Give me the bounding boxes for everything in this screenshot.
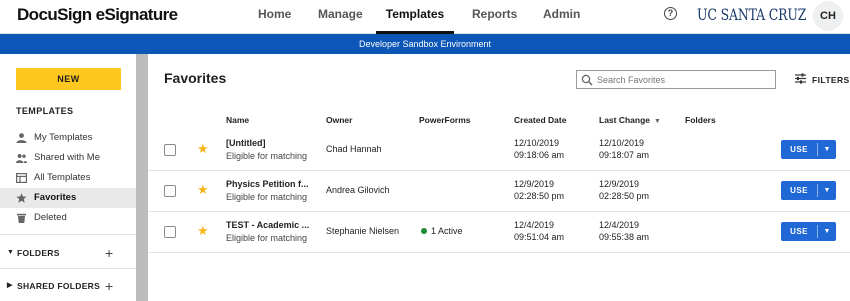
triangle-right-icon: ▶ bbox=[7, 282, 13, 289]
add-folder-icon[interactable]: + bbox=[105, 243, 113, 263]
created-time: 09:18:06 am bbox=[514, 150, 565, 160]
template-status: Eligible for matching bbox=[226, 151, 308, 161]
last-change-date: 12/10/2019 bbox=[599, 138, 645, 148]
last-change-time: 02:28:50 pm bbox=[599, 191, 650, 201]
powerforms-status[interactable]: 1 Active bbox=[421, 226, 463, 236]
template-status: Eligible for matching bbox=[226, 192, 308, 202]
caret-down-icon[interactable]: ▼ bbox=[818, 140, 836, 159]
trash-icon bbox=[17, 213, 26, 223]
table-row[interactable]: ★ [Untitled] Eligible for matching Chad … bbox=[148, 130, 850, 171]
last-change-date: 12/4/2019 bbox=[599, 220, 640, 230]
org-logo: UC SANTA CRUZ bbox=[697, 5, 807, 24]
template-status: Eligible for matching bbox=[226, 233, 308, 243]
template-name[interactable]: [Untitled] bbox=[226, 138, 266, 148]
triangle-down-icon: ▼ bbox=[7, 249, 15, 256]
brand-logo[interactable]: DocuSign eSignature bbox=[17, 5, 178, 25]
people-icon bbox=[16, 154, 27, 163]
template-owner: Andrea Gilovich bbox=[326, 185, 390, 195]
nav-admin[interactable]: Admin bbox=[543, 0, 580, 34]
folders-toggle[interactable]: ▼ FOLDERS + bbox=[0, 243, 136, 263]
created-date: 12/4/2019 bbox=[514, 220, 555, 230]
row-checkbox[interactable] bbox=[164, 226, 176, 238]
nav-templates[interactable]: Templates bbox=[376, 0, 454, 34]
sidebar-item-label: Shared with Me bbox=[34, 152, 101, 163]
shared-folders-label: SHARED FOLDERS bbox=[17, 281, 101, 291]
column-header-label: Last Change bbox=[599, 115, 651, 125]
filters-label: FILTERS bbox=[812, 75, 850, 85]
person-icon bbox=[16, 133, 27, 143]
sidebar-item-label: All Templates bbox=[34, 172, 91, 183]
layout-icon bbox=[16, 173, 27, 183]
column-header-created-date[interactable]: Created Date bbox=[514, 115, 566, 125]
sidebar-resize-handle[interactable] bbox=[136, 54, 148, 301]
sidebar-section-title: TEMPLATES bbox=[16, 106, 74, 116]
use-button[interactable]: USE ▼ bbox=[781, 181, 836, 200]
created-time: 02:28:50 pm bbox=[514, 191, 565, 201]
caret-down-icon[interactable]: ▼ bbox=[818, 181, 836, 200]
created-date: 12/9/2019 bbox=[514, 179, 555, 189]
folders-label: FOLDERS bbox=[17, 248, 60, 258]
nav-manage[interactable]: Manage bbox=[318, 0, 363, 34]
column-header-last-change[interactable]: Last Change ▼ bbox=[599, 115, 661, 125]
divider bbox=[0, 268, 136, 269]
use-button[interactable]: USE ▼ bbox=[781, 222, 836, 241]
favorite-star-icon[interactable]: ★ bbox=[197, 182, 209, 198]
sidebar-item-label: Deleted bbox=[34, 212, 67, 223]
column-header-powerforms[interactable]: PowerForms bbox=[419, 115, 471, 125]
template-owner: Stephanie Nielsen bbox=[326, 226, 400, 236]
column-header-owner[interactable]: Owner bbox=[326, 115, 352, 125]
sidebar-item-all-templates[interactable]: All Templates bbox=[0, 168, 136, 188]
user-avatar[interactable]: CH bbox=[813, 1, 843, 31]
sidebar-item-label: Favorites bbox=[34, 192, 77, 203]
sidebar-item-favorites[interactable]: Favorites bbox=[0, 188, 136, 208]
use-button-label[interactable]: USE bbox=[781, 181, 817, 200]
template-owner: Chad Hannah bbox=[326, 144, 382, 154]
column-header-folders[interactable]: Folders bbox=[685, 115, 716, 125]
divider bbox=[0, 234, 136, 235]
sidebar-item-label: My Templates bbox=[34, 132, 93, 143]
use-button-label[interactable]: USE bbox=[781, 140, 817, 159]
use-button-label[interactable]: USE bbox=[781, 222, 817, 241]
sliders-icon bbox=[795, 73, 806, 84]
last-change-date: 12/9/2019 bbox=[599, 179, 640, 189]
last-change-time: 09:55:38 am bbox=[599, 232, 650, 242]
favorite-star-icon[interactable]: ★ bbox=[197, 141, 209, 157]
star-icon bbox=[16, 193, 27, 203]
column-header-name[interactable]: Name bbox=[226, 115, 249, 125]
top-navigation-bar: DocuSign eSignature Home Manage Template… bbox=[0, 0, 850, 34]
table-row[interactable]: ★ Physics Petition f... Eligible for mat… bbox=[148, 171, 850, 212]
table-row[interactable]: ★ TEST - Academic ... Eligible for match… bbox=[148, 212, 850, 253]
last-change-time: 09:18:07 am bbox=[599, 150, 650, 160]
help-circle-icon[interactable]: ? bbox=[664, 7, 677, 20]
new-button[interactable]: NEW bbox=[16, 68, 121, 90]
add-shared-folder-icon[interactable]: + bbox=[105, 276, 113, 296]
row-checkbox[interactable] bbox=[164, 144, 176, 156]
sidebar: NEW TEMPLATES My Templates Shared with M… bbox=[0, 54, 136, 301]
sandbox-banner: Developer Sandbox Environment bbox=[0, 34, 850, 54]
shared-folders-toggle[interactable]: ▶ SHARED FOLDERS + bbox=[0, 276, 136, 296]
main-content: Favorites FILTERS Name Owner PowerForms … bbox=[148, 54, 850, 301]
caret-down-icon[interactable]: ▼ bbox=[818, 222, 836, 241]
created-date: 12/10/2019 bbox=[514, 138, 560, 148]
sidebar-item-shared-with-me[interactable]: Shared with Me bbox=[0, 148, 136, 168]
page-title: Favorites bbox=[164, 70, 227, 86]
row-checkbox[interactable] bbox=[164, 185, 176, 197]
nav-home[interactable]: Home bbox=[258, 0, 291, 34]
search-input[interactable] bbox=[597, 72, 772, 87]
favorite-star-icon[interactable]: ★ bbox=[197, 223, 209, 239]
nav-reports[interactable]: Reports bbox=[472, 0, 517, 34]
search-box[interactable] bbox=[576, 70, 776, 89]
sidebar-item-my-templates[interactable]: My Templates bbox=[0, 128, 136, 148]
active-status-dot bbox=[421, 228, 427, 234]
use-button[interactable]: USE ▼ bbox=[781, 140, 836, 159]
sort-descending-icon: ▼ bbox=[654, 118, 661, 125]
search-icon bbox=[581, 74, 593, 86]
sidebar-item-deleted[interactable]: Deleted bbox=[0, 208, 136, 228]
template-name[interactable]: TEST - Academic ... bbox=[226, 220, 309, 230]
template-name[interactable]: Physics Petition f... bbox=[226, 179, 309, 189]
created-time: 09:51:04 am bbox=[514, 232, 565, 242]
powerforms-label: 1 Active bbox=[431, 226, 463, 236]
